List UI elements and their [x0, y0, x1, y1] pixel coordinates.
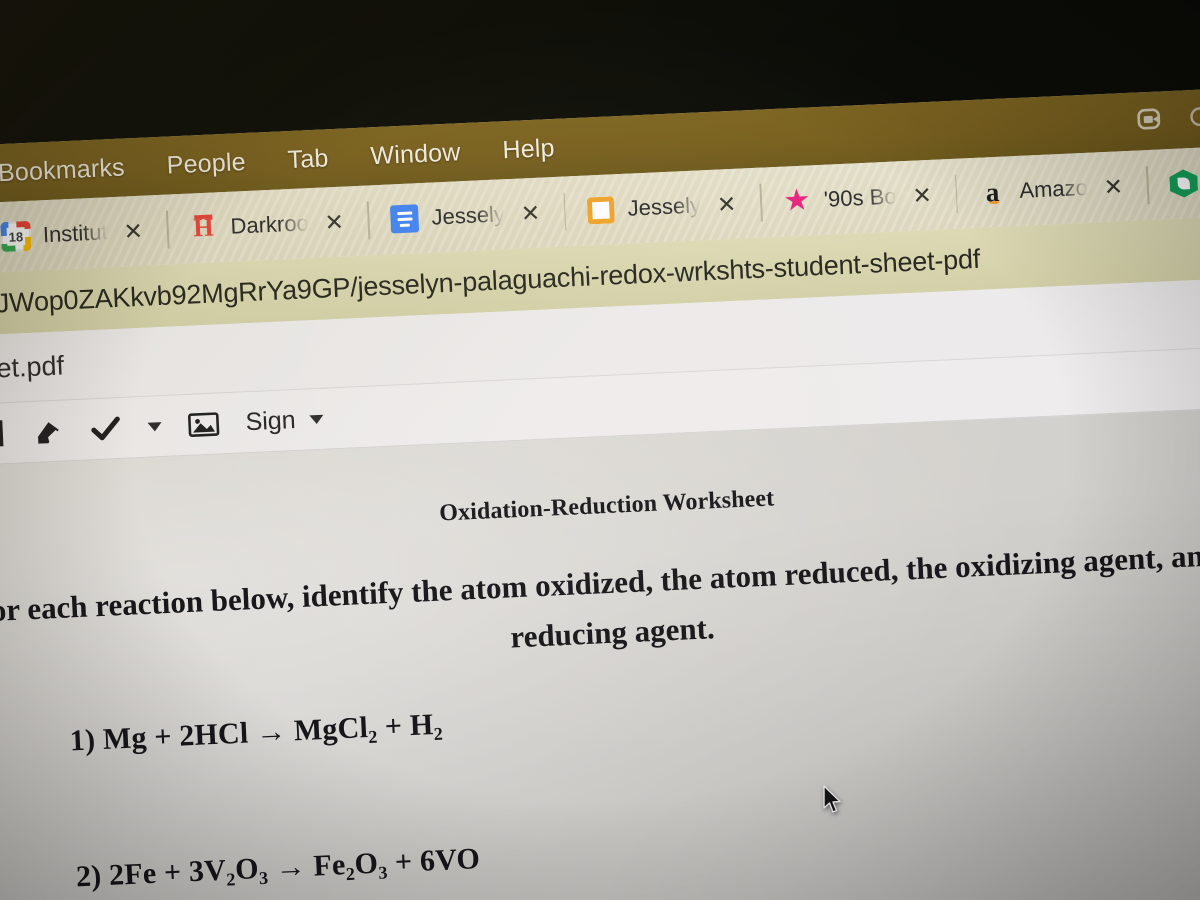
green-hexagon-icon [1168, 168, 1199, 199]
tab-separator [1146, 166, 1150, 205]
tab-title: Institut [42, 219, 109, 248]
pink-star-icon: ★ [782, 183, 812, 218]
amazon-icon: a [984, 176, 1000, 207]
tab-title: '90s Bo [823, 183, 898, 212]
photo-of-laptop-screen: Bookmarks People Tab Window Help 18 Inst… [0, 0, 1200, 900]
orange-square-icon [585, 194, 616, 225]
image-icon[interactable] [187, 410, 220, 438]
darkroom-h-icon: H [192, 212, 215, 243]
checkmark-dropdown-caret[interactable] [147, 421, 162, 432]
equation-1: 1) Mg + 2HCl → MgCl₂ + H₂ [69, 670, 1200, 759]
menubar-item-help[interactable]: Help [502, 133, 555, 164]
tab-separator [367, 201, 371, 240]
menubar-item-window[interactable]: Window [370, 138, 461, 171]
tab-title: Darkroo [229, 210, 310, 239]
pdf-page: Oxidation-Reduction Worksheet For each r… [0, 406, 1200, 900]
tab-am[interactable]: Am [1154, 165, 1200, 200]
tab-separator [954, 174, 959, 213]
menubar-item-bookmarks[interactable]: Bookmarks [0, 153, 125, 188]
tab-separator [166, 210, 170, 249]
equation-number: 2) [75, 859, 103, 894]
tab-close-button[interactable]: ✕ [320, 208, 348, 236]
tab-separator [563, 192, 567, 231]
tab-close-button[interactable]: ✕ [908, 181, 936, 209]
tab-separator [759, 183, 763, 222]
tab-title: Amazo [1018, 174, 1089, 203]
sign-button-label: Sign [244, 405, 297, 436]
calendar-day-number: 18 [6, 227, 26, 246]
sign-dropdown-caret[interactable] [309, 414, 324, 424]
creative-cloud-icon[interactable] [1188, 102, 1200, 134]
mouse-pointer [822, 785, 844, 815]
tab-institut[interactable]: 18 Institut ✕ [0, 215, 162, 253]
tab-title: Jessely [627, 192, 702, 221]
menubar-item-people[interactable]: People [166, 148, 246, 181]
equation-text: 2Fe + 3V₂O₃ → Fe₂O₃ + 6VO [108, 842, 481, 893]
menubar-status-area [1136, 89, 1200, 151]
tab-jesselyn-docs[interactable]: Jessely ✕ [375, 197, 559, 235]
pdf-filename: tudent_sheet.pdf [0, 349, 65, 390]
tab-jesselyn-orange[interactable]: Jessely ✕ [571, 188, 755, 226]
pen-tool-icon[interactable] [0, 418, 7, 449]
equation-text: Mg + 2HCl → MgCl₂ + H₂ [102, 708, 444, 757]
tab-title: Jessely [430, 201, 506, 230]
worksheet-title: Oxidation-Reduction Worksheet [438, 485, 775, 527]
checkmark-icon[interactable] [89, 414, 122, 443]
tab-close-button[interactable]: ✕ [712, 190, 740, 218]
highlighter-icon[interactable] [31, 416, 64, 447]
equation-2: 2) 2Fe + 3V₂O₃ → Fe₂O₃ + 6VO [75, 806, 1200, 895]
tab-darkroom[interactable]: H Darkroo ✕ [174, 206, 363, 244]
google-calendar-icon: 18 [0, 220, 32, 253]
tab-close-button[interactable]: ✕ [1099, 173, 1127, 201]
menubar-item-tab[interactable]: Tab [287, 144, 329, 175]
tab-close-button[interactable]: ✕ [119, 217, 147, 245]
google-docs-icon [389, 203, 420, 234]
worksheet-content: Oxidation-Reduction Worksheet For each r… [0, 463, 1200, 900]
camera-video-icon[interactable] [1136, 105, 1167, 137]
worksheet-instruction: For each reaction below, identify the at… [0, 528, 1200, 689]
laptop-screen: Bookmarks People Tab Window Help 18 Inst… [0, 0, 1200, 900]
tab-close-button[interactable]: ✕ [516, 199, 544, 227]
sign-button[interactable]: Sign [245, 404, 324, 437]
tab-90s-bo[interactable]: ★ '90s Bo ✕ [767, 179, 950, 217]
tab-amazon[interactable]: a Amazo ✕ [963, 170, 1142, 208]
equation-number: 1) [69, 723, 97, 758]
